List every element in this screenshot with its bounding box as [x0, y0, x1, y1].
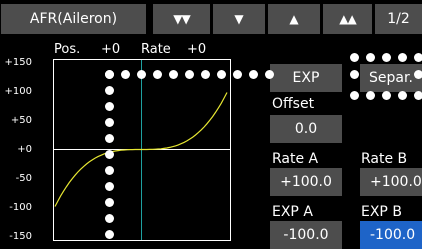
- guide-dot: [350, 53, 359, 62]
- guide-dot: [414, 91, 422, 100]
- guide-dot: [382, 91, 391, 100]
- page-indicator-button[interactable]: 1/2: [375, 4, 422, 34]
- guide-dot: [249, 70, 258, 79]
- rate-a-value-field[interactable]: +100.0: [270, 168, 342, 196]
- guide-dot: [350, 70, 359, 79]
- double-up-button[interactable]: ▲▲: [320, 4, 372, 34]
- pos-value: +0: [101, 42, 120, 57]
- y-tick-label: -150: [2, 231, 32, 242]
- up-button[interactable]: ▲: [265, 4, 320, 34]
- separ-button[interactable]: Separ.: [360, 64, 422, 92]
- rate-b-label: Rate B: [361, 151, 407, 167]
- double-down-button[interactable]: ▼▼: [153, 4, 210, 34]
- guide-dot: [105, 198, 114, 207]
- guide-dot: [105, 118, 114, 127]
- y-tick-label: +150: [2, 57, 32, 68]
- guide-dot: [105, 230, 114, 239]
- rate-b-value-field[interactable]: +100.0: [360, 168, 422, 196]
- guide-dot: [105, 134, 114, 143]
- guide-dot: [105, 150, 114, 159]
- y-tick-label: +50: [2, 115, 32, 126]
- guide-dot: [414, 70, 422, 79]
- y-tick-label: +0: [2, 144, 32, 155]
- guide-dot: [398, 53, 407, 62]
- guide-dot: [366, 53, 375, 62]
- guide-dot: [105, 182, 114, 191]
- guide-dot: [105, 166, 114, 175]
- exp-button[interactable]: EXP: [270, 64, 342, 92]
- guide-dot: [350, 91, 359, 100]
- down-button[interactable]: ▼: [210, 4, 265, 34]
- guide-dot: [201, 70, 210, 79]
- function-title-button[interactable]: AFR(Aileron): [1, 4, 146, 34]
- guide-dot: [217, 70, 226, 79]
- exp-a-label: EXP A: [272, 204, 313, 220]
- y-tick-label: +100: [2, 86, 32, 97]
- guide-dot: [382, 53, 391, 62]
- rate-label: Rate: [141, 42, 171, 57]
- guide-dot: [265, 70, 274, 79]
- guide-dot: [105, 214, 114, 223]
- guide-dot: [398, 91, 407, 100]
- exp-b-label: EXP B: [361, 204, 402, 220]
- rate-a-label: Rate A: [272, 151, 318, 167]
- guide-dot: [366, 91, 375, 100]
- guide-dot: [105, 86, 114, 95]
- guide-dot: [233, 70, 242, 79]
- guide-dot: [121, 70, 130, 79]
- offset-value-field[interactable]: 0.0: [270, 115, 342, 143]
- guide-dot: [153, 70, 162, 79]
- guide-dot: [105, 70, 114, 79]
- guide-dot: [414, 53, 422, 62]
- rate-value: +0: [187, 42, 206, 57]
- guide-dot: [185, 70, 194, 79]
- guide-dot: [105, 102, 114, 111]
- curve-graph[interactable]: [53, 59, 231, 241]
- guide-dot: [169, 70, 178, 79]
- y-tick-label: -100: [2, 202, 32, 213]
- guide-dot: [137, 70, 146, 79]
- y-tick-label: -50: [2, 173, 32, 184]
- offset-label: Offset: [272, 96, 314, 112]
- pos-label: Pos.: [54, 42, 80, 57]
